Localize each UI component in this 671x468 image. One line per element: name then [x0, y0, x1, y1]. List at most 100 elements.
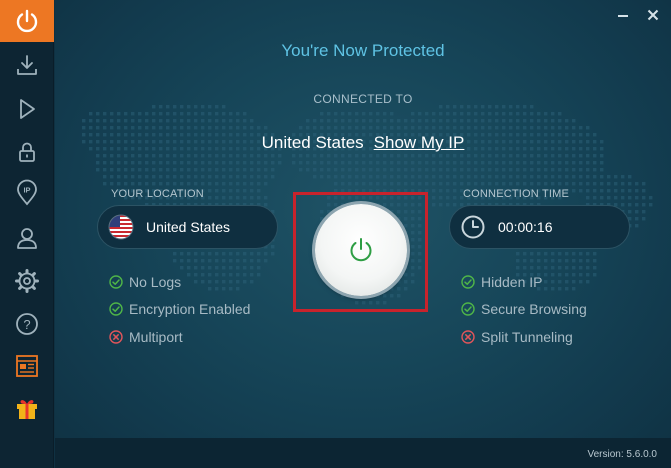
location-selector[interactable]: United States: [97, 205, 278, 249]
map-dot: [481, 175, 485, 179]
map-dot: [243, 259, 247, 263]
map-dot: [383, 154, 387, 158]
map-dot: [481, 154, 485, 158]
map-dot: [215, 119, 219, 123]
map-dot: [614, 175, 618, 179]
sidebar-item-help[interactable]: ?: [0, 303, 54, 345]
map-dot: [110, 182, 114, 186]
map-dot: [103, 154, 107, 158]
sidebar-item-security[interactable]: [0, 131, 54, 173]
map-dot: [390, 161, 394, 165]
map-dot: [215, 252, 219, 256]
map-dot: [544, 112, 548, 116]
map-dot: [474, 161, 478, 165]
connect-power-button[interactable]: [315, 204, 407, 296]
map-dot: [397, 119, 401, 123]
map-dot: [530, 168, 534, 172]
close-icon: [647, 9, 659, 21]
map-dot: [635, 203, 639, 207]
map-dot: [635, 189, 639, 193]
show-my-ip-link[interactable]: Show My IP: [374, 133, 465, 153]
map-dot: [145, 119, 149, 123]
map-dot: [194, 182, 198, 186]
map-dot: [264, 168, 268, 172]
map-dot: [565, 182, 569, 186]
map-dot: [327, 126, 331, 130]
map-dot: [446, 182, 450, 186]
sidebar-item-ip[interactable]: IP: [0, 172, 54, 214]
map-dot: [138, 175, 142, 179]
map-dot: [453, 112, 457, 116]
map-dot: [215, 126, 219, 130]
map-dot: [292, 154, 296, 158]
map-dot: [187, 119, 191, 123]
map-dot: [166, 112, 170, 116]
map-dot: [446, 154, 450, 158]
map-dot: [208, 119, 212, 123]
map-dot: [635, 210, 639, 214]
map-dot: [579, 182, 583, 186]
your-location-label: YOUR LOCATION: [111, 188, 204, 200]
map-dot: [250, 259, 254, 263]
map-dot: [103, 182, 107, 186]
map-dot: [124, 112, 128, 116]
map-dot: [180, 112, 184, 116]
map-dot: [397, 175, 401, 179]
map-dot: [425, 119, 429, 123]
close-button[interactable]: [645, 6, 661, 24]
map-dot: [103, 119, 107, 123]
sidebar-item-media[interactable]: [0, 88, 54, 130]
map-dot: [236, 154, 240, 158]
map-dot: [551, 126, 555, 130]
feature-item: Encryption Enabled: [109, 296, 250, 324]
map-dot: [376, 161, 380, 165]
map-dot: [236, 126, 240, 130]
map-dot: [194, 154, 198, 158]
map-dot: [138, 168, 142, 172]
map-dot: [453, 182, 457, 186]
news-icon: [16, 355, 38, 377]
connection-time-value: 00:00:16: [498, 219, 553, 235]
map-dot: [131, 161, 135, 165]
feature-label: Hidden IP: [481, 273, 543, 290]
map-dot: [579, 175, 583, 179]
map-dot: [348, 112, 352, 116]
map-dot: [551, 154, 555, 158]
map-dot: [628, 203, 632, 207]
sidebar-item-account[interactable]: [0, 217, 54, 259]
map-dot: [145, 182, 149, 186]
map-dot: [152, 112, 156, 116]
map-dot: [467, 126, 471, 130]
check-icon: [461, 275, 475, 289]
map-dot: [355, 119, 359, 123]
map-dot: [348, 119, 352, 123]
map-dot: [509, 154, 513, 158]
power-button-area: [293, 192, 428, 312]
map-dot: [250, 175, 254, 179]
map-dot: [453, 168, 457, 172]
map-dot: [320, 119, 324, 123]
map-dot: [621, 175, 625, 179]
map-dot: [474, 168, 478, 172]
map-dot: [530, 119, 534, 123]
map-dot: [509, 126, 513, 130]
map-dot: [229, 119, 233, 123]
map-dot: [194, 161, 198, 165]
map-dot: [537, 112, 541, 116]
map-dot: [152, 175, 156, 179]
sidebar-item-news[interactable]: [0, 345, 54, 387]
window-controls: [615, 6, 661, 24]
map-dot: [404, 119, 408, 123]
map-dot: [257, 182, 261, 186]
sidebar-item-downloads[interactable]: [0, 45, 54, 87]
map-dot: [299, 126, 303, 130]
map-dot: [103, 112, 107, 116]
map-dot: [432, 189, 436, 193]
minimize-button[interactable]: [615, 6, 631, 24]
sidebar-item-settings[interactable]: [0, 260, 54, 302]
map-dot: [593, 182, 597, 186]
map-dot: [89, 119, 93, 123]
sidebar-item-connect[interactable]: [0, 0, 54, 42]
sidebar-item-gift[interactable]: [0, 388, 54, 430]
map-dot: [166, 119, 170, 123]
